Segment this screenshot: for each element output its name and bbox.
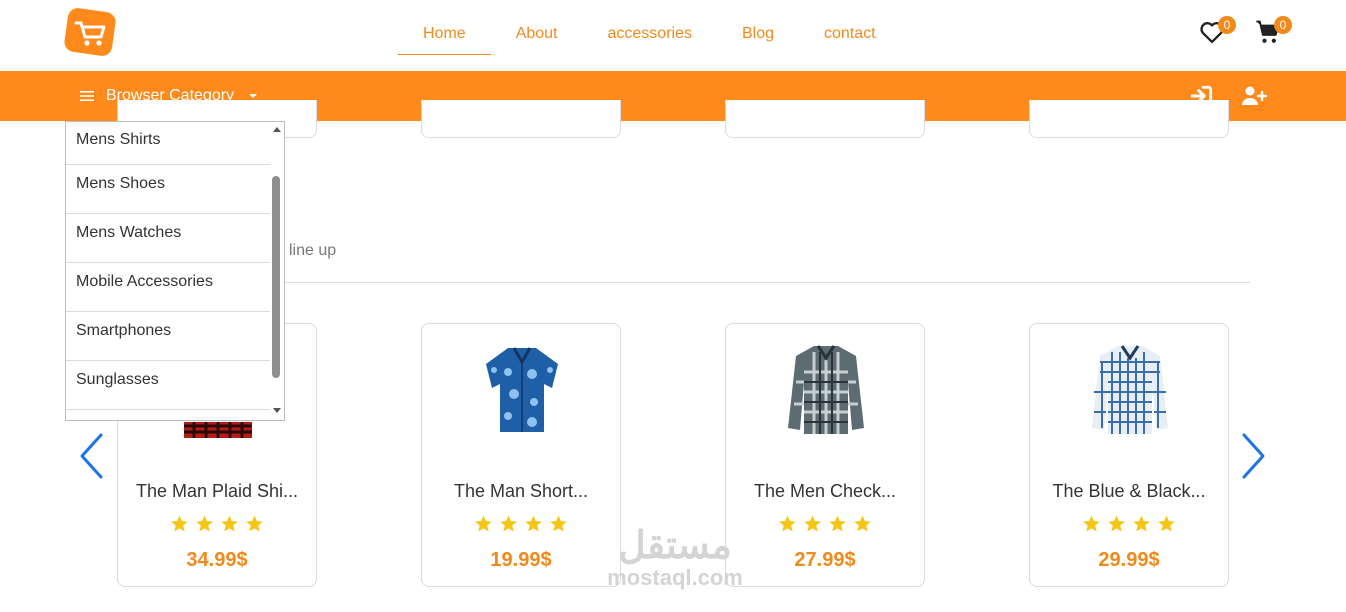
scroll-down-arrow-icon[interactable]	[273, 408, 281, 413]
cart-button[interactable]: 0	[1254, 16, 1292, 48]
product-title[interactable]: The Men Check...	[726, 481, 924, 502]
rating-stars	[118, 514, 316, 533]
previous-product-card	[421, 100, 621, 138]
watermark: مستقل mostaql.com	[590, 525, 760, 589]
star-icon	[550, 515, 567, 532]
watermark-latin: mostaql.com	[607, 565, 743, 590]
star-icon	[804, 515, 821, 532]
star-icon	[196, 515, 213, 532]
product-title[interactable]: The Man Plaid Shi...	[118, 481, 316, 502]
dropdown-scrollbar[interactable]	[270, 122, 284, 420]
cart-count-badge: 0	[1274, 16, 1292, 34]
category-dropdown[interactable]: Mens Shirts Mens Shoes Mens Watches Mobi…	[65, 121, 285, 421]
nav-blog[interactable]: Blog	[717, 0, 799, 55]
star-icon	[221, 515, 238, 532]
product-title[interactable]: The Man Short...	[422, 481, 620, 502]
star-icon	[1083, 515, 1100, 532]
star-icon	[246, 515, 263, 532]
star-icon	[854, 515, 871, 532]
product-image[interactable]	[1080, 342, 1180, 440]
category-item-smartphones[interactable]: Smartphones	[66, 312, 270, 361]
nav-contact[interactable]: contact	[799, 0, 901, 55]
star-icon	[500, 515, 517, 532]
wishlist-count-badge: 0	[1218, 16, 1236, 34]
star-icon	[525, 515, 542, 532]
previous-product-card	[725, 100, 925, 138]
star-icon	[1158, 515, 1175, 532]
star-icon	[779, 515, 796, 532]
star-icon	[171, 515, 188, 532]
category-item-mobile-accessories[interactable]: Mobile Accessories	[66, 263, 270, 312]
nav-about[interactable]: About	[491, 0, 583, 55]
rating-stars	[1030, 514, 1228, 533]
carousel-prev-chevron-icon[interactable]	[78, 432, 104, 480]
cart-logo-icon[interactable]	[64, 8, 116, 56]
user-plus-icon[interactable]	[1241, 83, 1267, 109]
product-image[interactable]	[472, 342, 572, 440]
main-nav: Home About accessories Blog contact	[398, 0, 901, 71]
category-item-mens-shirts[interactable]: Mens Shirts	[66, 122, 270, 165]
product-card[interactable]: The Blue & Black... 29.99$	[1029, 323, 1229, 587]
nav-accessories[interactable]: accessories	[583, 0, 717, 55]
carousel-next-chevron-icon[interactable]	[1241, 432, 1267, 480]
category-item-sunglasses[interactable]: Sunglasses	[66, 361, 270, 410]
scroll-up-arrow-icon[interactable]	[273, 127, 281, 132]
product-title[interactable]: The Blue & Black...	[1030, 481, 1228, 502]
star-icon	[829, 515, 846, 532]
star-icon	[1133, 515, 1150, 532]
product-price: 29.99$	[1098, 549, 1160, 571]
section-subtitle: line up	[289, 242, 337, 259]
menu-icon	[80, 91, 94, 101]
category-item-mens-watches[interactable]: Mens Watches	[66, 214, 270, 263]
caret-down-icon	[249, 94, 258, 98]
product-price: 34.99$	[186, 549, 248, 571]
page: Home About accessories Blog contact 0 0	[0, 0, 1346, 612]
top-navbar: Home About accessories Blog contact 0 0	[0, 0, 1346, 71]
star-icon	[475, 515, 492, 532]
star-icon	[1108, 515, 1125, 532]
nav-home[interactable]: Home	[398, 0, 491, 55]
previous-product-card	[1029, 100, 1229, 138]
scrollbar-thumb[interactable]	[272, 176, 280, 378]
product-image[interactable]	[776, 342, 876, 440]
wishlist-button[interactable]: 0	[1198, 16, 1236, 48]
watermark-arabic: مستقل	[618, 525, 732, 567]
category-item-mens-shoes[interactable]: Mens Shoes	[66, 165, 270, 214]
